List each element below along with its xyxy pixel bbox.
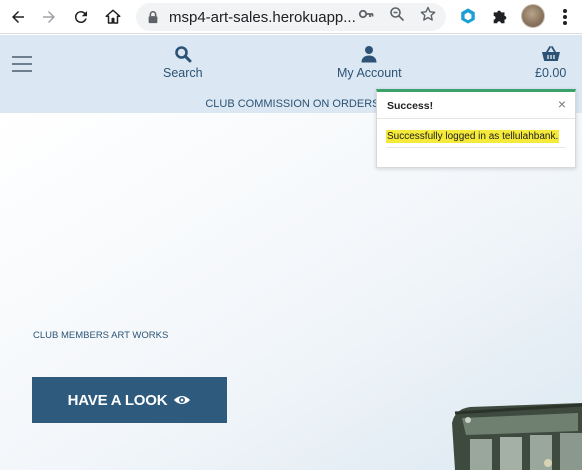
lock-icon[interactable] [146,10,160,24]
url-text[interactable]: msp4-art-sales.herokuapp... [169,9,356,26]
nav-my-account[interactable]: My Account [337,45,402,80]
hero-subtitle: CLUB MEMBERS ART WORKS [33,330,169,341]
search-icon [174,46,192,63]
profile-avatar[interactable] [521,4,545,28]
user-icon [361,46,377,63]
back-icon[interactable] [6,5,30,29]
reload-icon[interactable] [69,5,93,29]
forward-icon[interactable] [37,5,61,29]
cta-label: HAVE A LOOK [67,391,168,409]
nav-search[interactable]: Search [163,45,203,80]
eye-icon [174,395,191,405]
nav-cart[interactable]: £0.00 [535,45,566,80]
toast-message: Successfully logged in as tellulahbank. [386,130,560,143]
success-toast: Success! × Successfully logged in as tel… [376,89,576,168]
key-icon[interactable] [358,6,374,22]
shopping-basket-icon [541,46,560,61]
divider [386,147,566,148]
zoom-icon[interactable] [389,6,405,22]
home-icon[interactable] [101,5,125,29]
have-a-look-button[interactable]: HAVE A LOOK [32,377,227,423]
hamburger-menu-icon[interactable] [12,56,32,72]
menu-kebab-icon[interactable] [556,7,574,27]
extension-cube-icon[interactable] [458,6,478,26]
search-label: Search [163,66,203,80]
browser-toolbar: msp4-art-sales.herokuapp... [0,0,582,34]
toast-title: Success! [387,100,434,112]
cart-total: £0.00 [535,66,567,80]
star-icon[interactable] [420,6,436,22]
my-account-label: My Account [337,66,402,80]
close-icon[interactable]: × [558,96,566,112]
divider [377,118,575,119]
puzzle-icon[interactable] [490,6,510,26]
